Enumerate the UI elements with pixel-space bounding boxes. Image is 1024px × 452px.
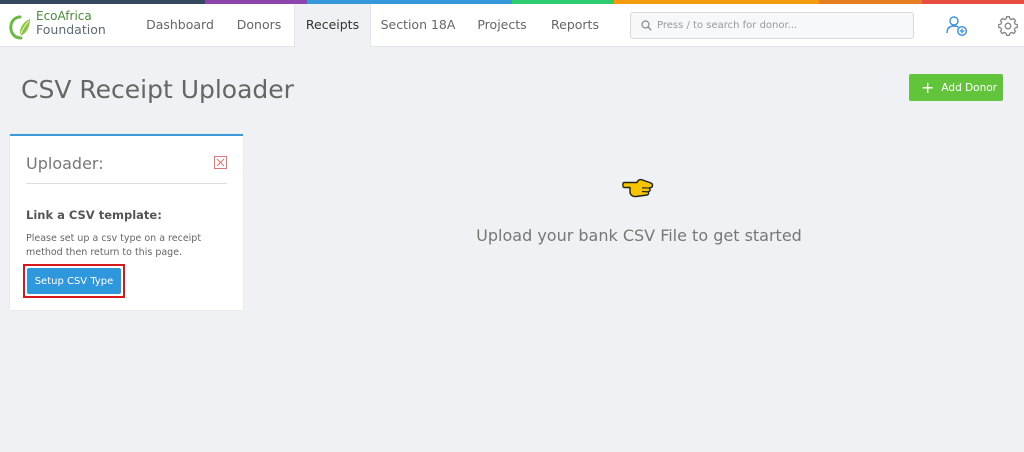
pointing-hand-icon [622,178,654,198]
close-icon[interactable] [214,156,227,169]
leaf-logo-icon [9,15,30,40]
empty-state-message: Upload your bank CSV File to get started [476,226,802,245]
uploader-instructions: Please set up a csv type on a receipt me… [26,233,202,258]
close-icon-glyph [216,158,225,167]
add-donor-label: Add Donor [941,81,997,94]
panel-divider [26,183,227,184]
setup-csv-type-button[interactable]: Setup CSV Type [27,268,121,294]
add-donor-button[interactable]: + Add Donor [909,74,1003,101]
brand-logo[interactable]: EcoAfrica Foundation [8,8,128,44]
tab-receipts[interactable]: Receipts [294,4,371,48]
tab-reports[interactable]: Reports [542,4,608,47]
brand-name-line2: Foundation [36,22,106,37]
add-user-icon[interactable] [944,13,970,39]
tab-dashboard[interactable]: Dashboard [141,4,219,47]
tab-projects[interactable]: Projects [469,4,535,47]
donor-search[interactable] [630,12,914,39]
uploader-title: Uploader: [26,154,104,173]
uploader-subtitle: Link a CSV template: [26,208,162,222]
tab-section-18a[interactable]: Section 18A [375,4,461,47]
page-title: CSV Receipt Uploader [21,75,294,104]
search-icon [641,20,652,31]
brand-name: EcoAfrica Foundation [36,10,106,37]
tab-donors[interactable]: Donors [226,4,292,47]
top-navigation-bar: EcoAfrica Foundation Dashboard Donors Re… [0,4,1024,48]
plus-icon: + [921,77,935,97]
search-input[interactable] [657,16,907,35]
gear-icon[interactable] [995,13,1021,39]
